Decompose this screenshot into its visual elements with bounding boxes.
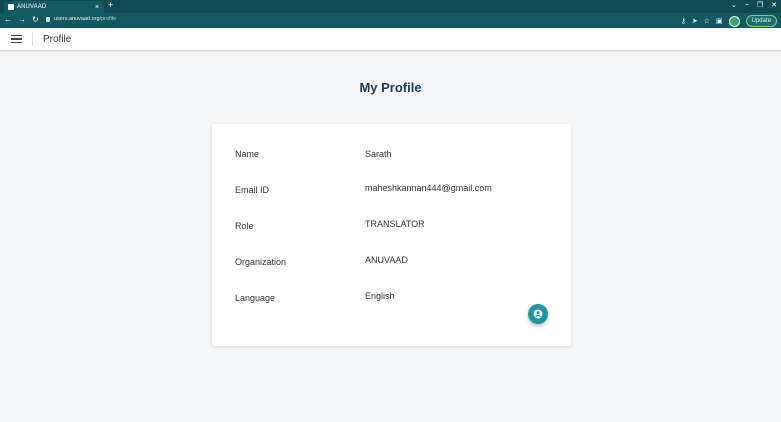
back-icon[interactable]: ← [4, 15, 12, 24]
update-button[interactable]: Update [745, 15, 777, 27]
window-controls: ⌄ – ❐ ✕ [731, 1, 777, 9]
header-divider [32, 32, 33, 46]
page-title: Profile [43, 33, 72, 45]
lock-icon [46, 16, 50, 22]
key-icon[interactable]: ⚷ [681, 17, 686, 25]
field-value: maheshkannan444@gmail.com [365, 183, 492, 193]
nav-buttons: ← → ↻ [4, 15, 39, 24]
field-value: English [365, 291, 395, 301]
close-icon[interactable]: ✕ [771, 1, 777, 9]
field-label: Language [235, 293, 276, 303]
account-circle-icon[interactable] [528, 304, 548, 324]
field-label: Name [235, 149, 260, 159]
tab-title: ANUVAAD [17, 4, 47, 10]
send-icon[interactable]: ➤ [692, 17, 698, 25]
new-tab-button[interactable]: + [108, 0, 113, 10]
field-value: TRANSLATOR [365, 219, 425, 229]
favicon-icon [8, 4, 14, 10]
app-header: Profile [0, 28, 781, 50]
field-label: Organization [235, 257, 287, 267]
field-value: Sarath [365, 149, 392, 159]
url-path: /profile [99, 16, 117, 22]
field-value: ANUVAAD [365, 255, 408, 265]
browser-tab[interactable]: ANUVAAD × [4, 1, 104, 13]
url-host: users.anuvaad.org [54, 16, 100, 22]
minimize-icon[interactable]: – [745, 1, 749, 9]
field-label: Email ID [235, 185, 270, 195]
restore-icon[interactable]: ❐ [757, 1, 763, 9]
field-label: Role [235, 221, 254, 231]
profile-heading: My Profile [359, 80, 422, 95]
star-icon[interactable]: ☆ [704, 17, 710, 25]
profile-icon[interactable] [728, 15, 740, 27]
reload-icon[interactable]: ↻ [32, 15, 39, 24]
sidebar-icon[interactable]: ▣ [716, 17, 723, 25]
profile-card: Name Sarath Email ID maheshkannan444@gma… [212, 124, 571, 346]
tab-close-icon[interactable]: × [95, 4, 99, 11]
browser-toolbar: ← → ↻ users.anuvaad.org/profile ⚷ ➤ ☆ ▣ … [0, 13, 781, 28]
browser-tab-strip: ANUVAAD × + ⌄ – ❐ ✕ [0, 0, 781, 13]
chevron-down-icon[interactable]: ⌄ [731, 1, 737, 9]
forward-icon[interactable]: → [18, 15, 26, 24]
browser-tools: ⚷ ➤ ☆ ▣ Update [681, 15, 777, 27]
address-bar[interactable]: users.anuvaad.org/profile [46, 16, 116, 22]
menu-icon[interactable] [11, 34, 22, 44]
